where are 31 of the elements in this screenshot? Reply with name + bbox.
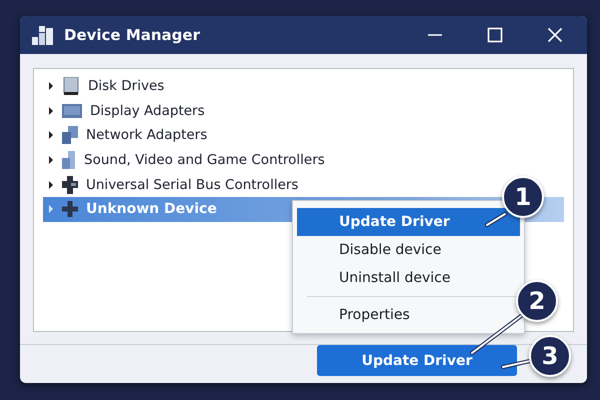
maximize-icon[interactable]: [487, 27, 503, 43]
menu-item[interactable]: Disable device: [297, 236, 520, 264]
update-driver-button[interactable]: Update Driver: [317, 345, 517, 376]
leader-line: [485, 212, 507, 227]
tree-row[interactable]: Sound, Video and Game Controllers: [43, 148, 325, 172]
device-label: Disk Drives: [88, 78, 164, 94]
expander-icon[interactable]: [48, 131, 54, 140]
device-label: Sound, Video and Game Controllers: [84, 152, 325, 168]
device-label: Unknown Device: [86, 201, 217, 218]
drive-icon: [62, 77, 80, 96]
close-icon[interactable]: [547, 27, 563, 43]
plus-icon: [62, 201, 78, 218]
menu-item[interactable]: Update Driver: [297, 208, 520, 236]
app-icon: [32, 25, 54, 45]
expander-icon[interactable]: [48, 82, 54, 90]
tree-row[interactable]: Universal Serial Bus Controllers: [43, 172, 298, 197]
network-icon: [62, 126, 78, 144]
speaker-icon: [62, 151, 76, 170]
tree-row[interactable]: Disk Drives: [43, 74, 164, 99]
expander-icon[interactable]: [48, 156, 54, 164]
device-label: Display Adapters: [90, 102, 205, 119]
tree-row[interactable]: Network Adapters: [43, 123, 208, 148]
expander-icon[interactable]: [48, 106, 54, 115]
tree-row[interactable]: Display Adapters: [43, 98, 205, 124]
plug-icon: [62, 176, 78, 194]
leader-line: [501, 359, 532, 369]
expander-icon[interactable]: [48, 180, 54, 189]
monitor-icon: [62, 104, 82, 118]
device-label: Universal Serial Bus Controllers: [86, 176, 298, 193]
device-label: Network Adapters: [86, 127, 208, 144]
window-title: Device Manager: [64, 26, 200, 44]
